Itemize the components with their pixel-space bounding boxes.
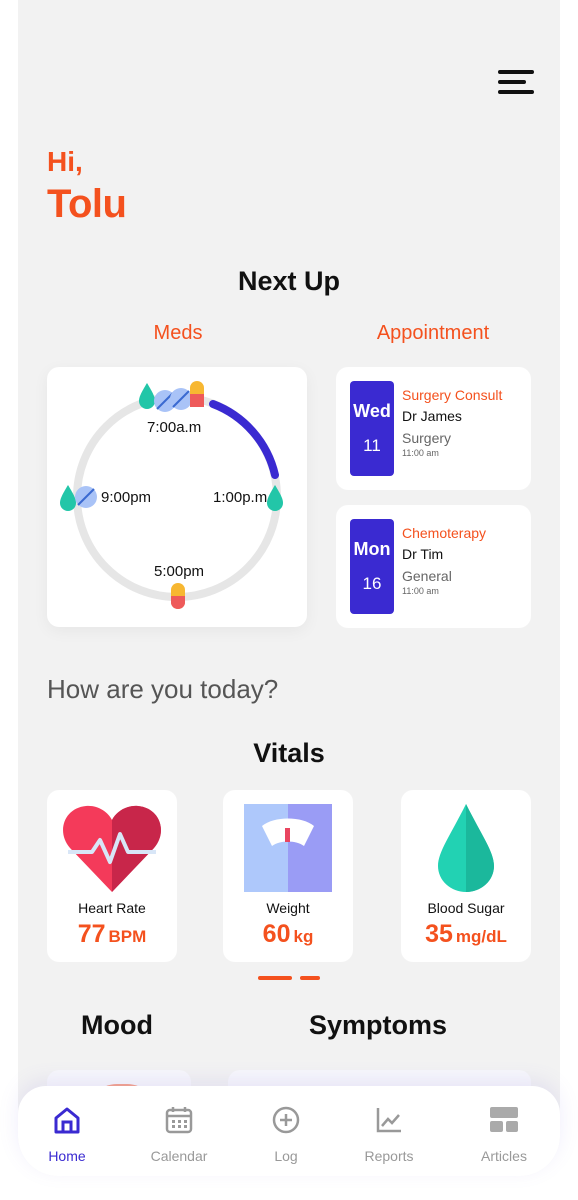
menu-icon[interactable]: [498, 66, 534, 98]
appointment-date: Wed 11: [350, 381, 394, 476]
how-are-you-prompt: How are you today?: [47, 674, 279, 704]
vital-card-blood-sugar[interactable]: Blood Sugar 35 mg/dL: [401, 790, 531, 962]
vital-value: 77 BPM: [47, 920, 177, 949]
vital-unit: mg/dL: [455, 927, 507, 946]
meds-ring: [60, 381, 283, 609]
mood-title: Mood: [81, 1010, 153, 1040]
tab-reports[interactable]: Reports: [349, 1104, 429, 1164]
capsule-icon: [190, 381, 204, 407]
tab-label: Reports: [364, 1148, 414, 1164]
appointment-card[interactable]: Mon 16 Chemoterapy Dr Tim General 11:00 …: [336, 505, 531, 628]
med-time-night: 9:00pm: [101, 489, 152, 506]
tab-log[interactable]: Log: [246, 1104, 326, 1164]
vital-label: Heart Rate: [78, 900, 146, 916]
grid-icon: [490, 1107, 518, 1132]
meds-schedule-card[interactable]: 7:00a.m 1:00p.m 5:00pm 9:00pm: [47, 367, 307, 627]
tab-label: Calendar: [150, 1148, 208, 1164]
appointment-weekday: Mon: [353, 539, 391, 559]
pager-dot-active[interactable]: [258, 976, 292, 980]
next-up-title: Next Up: [237, 266, 340, 296]
med-time-morning: 7:00a.m: [147, 419, 202, 436]
med-time-evening: 5:00pm: [154, 563, 205, 580]
chart-icon: [376, 1108, 401, 1133]
appointment-label[interactable]: Appointment: [348, 322, 518, 345]
blood-drop-icon: [438, 804, 494, 892]
appointment-time: 11:00 am: [402, 448, 439, 458]
tab-articles[interactable]: Articles: [464, 1104, 544, 1164]
vital-unit: kg: [293, 927, 314, 946]
phone-screen: Hi, Tolu Next Up Meds Appointment 7:00a.…: [18, 0, 560, 1176]
appointment-title: Surgery Consult: [402, 387, 503, 403]
vital-label: Weight: [266, 900, 310, 916]
tab-calendar[interactable]: Calendar: [139, 1104, 219, 1164]
appointment-title: Chemoterapy: [402, 525, 487, 541]
scale-icon: [244, 804, 332, 892]
appointment-date: Mon 16: [350, 519, 394, 614]
vitals-title: Vitals: [253, 738, 325, 768]
greeting: Hi, Tolu: [47, 146, 127, 227]
tab-home[interactable]: Home: [27, 1104, 107, 1164]
heart-rate-icon: [63, 805, 161, 892]
greeting-hi: Hi,: [47, 146, 83, 177]
vital-card-weight[interactable]: Weight 60 kg: [223, 790, 353, 962]
appointment-details: Chemoterapy Dr Tim General 11:00 am: [402, 525, 486, 596]
vital-number: 35: [425, 920, 453, 948]
drop-icon: [139, 383, 155, 409]
vital-number: 77: [77, 920, 106, 948]
appointment-doctor: Dr James: [402, 408, 462, 424]
vital-value: 35 mg/dL: [401, 920, 531, 949]
vital-number: 60: [262, 920, 291, 948]
meds-label[interactable]: Meds: [98, 322, 258, 345]
appointment-doctor: Dr Tim: [402, 546, 444, 562]
med-time-afternoon: 1:00p.m: [213, 489, 268, 506]
appointment-department: General: [402, 568, 452, 584]
calendar-icon: [165, 1107, 193, 1134]
user-name: Tolu: [47, 182, 127, 226]
appointment-day: 11: [363, 436, 381, 455]
pill-icon: [154, 388, 192, 412]
vital-unit: BPM: [108, 927, 147, 946]
appointment-weekday: Wed: [353, 401, 391, 421]
appointment-day: 16: [362, 574, 382, 593]
appointment-details: Surgery Consult Dr James Surgery 11:00 a…: [402, 387, 502, 458]
tab-label: Home: [48, 1148, 86, 1164]
vital-value: 60 kg: [223, 920, 353, 949]
plus-circle-icon: [272, 1106, 300, 1134]
vital-label: Blood Sugar: [427, 900, 505, 916]
vital-card-heart-rate[interactable]: Heart Rate 77 BPM: [47, 790, 177, 962]
bottom-tab-bar: Home Calendar Log Reports Articles: [18, 1086, 560, 1176]
symptoms-title: Symptoms: [308, 1010, 448, 1040]
pager-dot[interactable]: [300, 976, 320, 980]
appointment-time: 11:00 am: [402, 586, 439, 596]
appointment-card[interactable]: Wed 11 Surgery Consult Dr James Surgery …: [336, 367, 531, 490]
tab-label: Articles: [481, 1148, 527, 1164]
appointment-department: Surgery: [402, 430, 452, 446]
tab-label: Log: [274, 1148, 298, 1164]
home-icon: [54, 1107, 80, 1134]
